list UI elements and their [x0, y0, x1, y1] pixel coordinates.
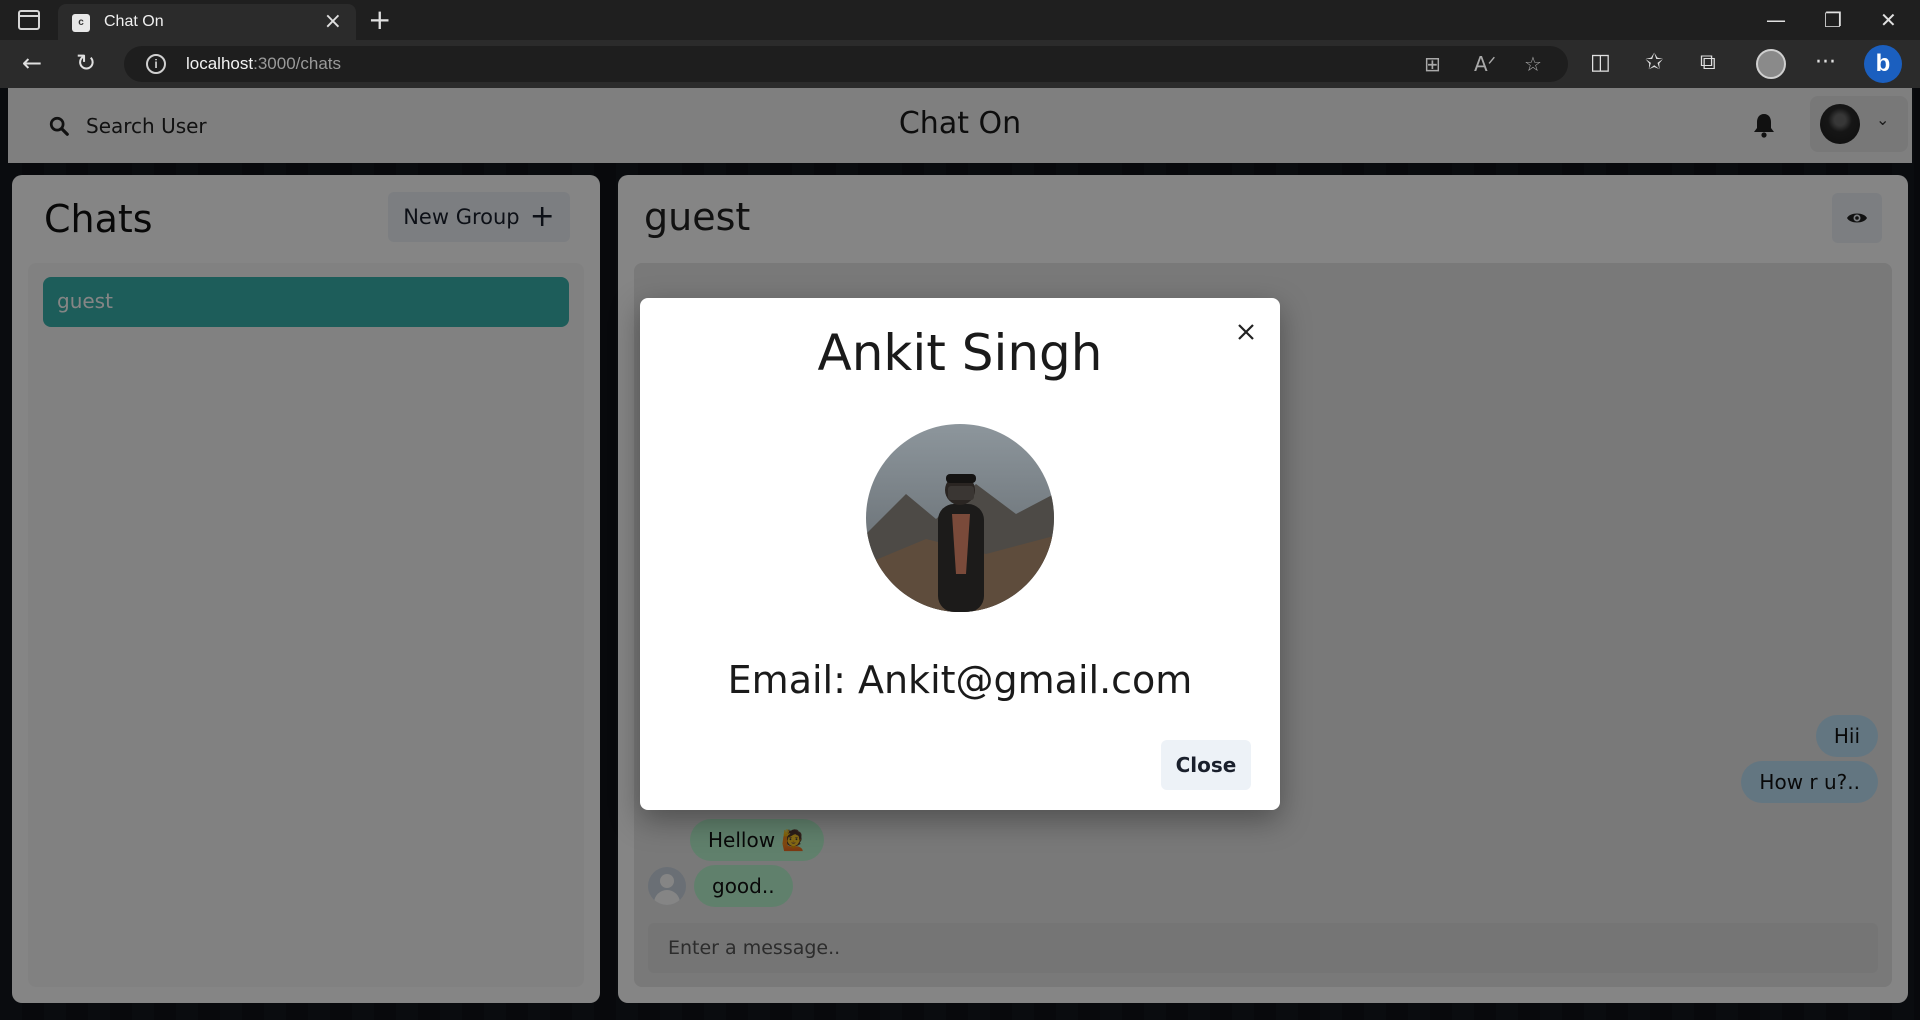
url-text[interactable]: localhost:3000/chats: [186, 54, 341, 74]
plus-icon[interactable]: +: [368, 4, 391, 36]
tab-title: Chat On: [104, 13, 164, 30]
back-arrow-icon[interactable]: ←: [22, 48, 42, 78]
sidebar-toggle-icon[interactable]: [18, 10, 40, 30]
profile-icon[interactable]: [1756, 49, 1786, 79]
read-aloud-icon[interactable]: Aᐟ: [1474, 52, 1496, 76]
favorites-icon[interactable]: ✩: [1645, 50, 1663, 76]
more-icon[interactable]: ···: [1815, 50, 1836, 76]
close-icon[interactable]: ×: [324, 10, 342, 34]
collections-icon[interactable]: ⧉: [1700, 50, 1716, 76]
refresh-icon[interactable]: ↻: [76, 48, 96, 78]
address-bar[interactable]: i localhost:3000/chats ⊞ Aᐟ ☆: [124, 46, 1568, 82]
modal-email: Email: Ankit@gmail.com: [727, 658, 1193, 702]
close-window-icon[interactable]: ✕: [1880, 6, 1897, 34]
favorite-star-icon[interactable]: ☆: [1524, 52, 1542, 76]
profile-modal: Ankit Singh Email: Ankit@gmail.com Close: [640, 298, 1280, 810]
modal-title: Ankit Singh: [817, 324, 1103, 382]
close-button[interactable]: Close: [1161, 740, 1251, 790]
split-screen-icon[interactable]: ◫: [1590, 50, 1611, 76]
restore-icon[interactable]: ❐: [1824, 6, 1842, 34]
bing-icon[interactable]: b: [1864, 45, 1902, 83]
app-available-icon[interactable]: ⊞: [1424, 52, 1441, 76]
tab-favicon-icon: c: [72, 14, 90, 32]
browser-tab[interactable]: c Chat On ×: [58, 4, 356, 40]
browser-tab-bar: c Chat On × + — ❐ ✕: [0, 0, 1920, 40]
info-icon[interactable]: i: [146, 54, 166, 74]
browser-toolbar: ← ↻ i localhost:3000/chats ⊞ Aᐟ ☆ ◫ ✩ ⧉ …: [0, 40, 1920, 88]
minimize-icon[interactable]: —: [1766, 6, 1786, 34]
profile-photo: [866, 424, 1054, 612]
